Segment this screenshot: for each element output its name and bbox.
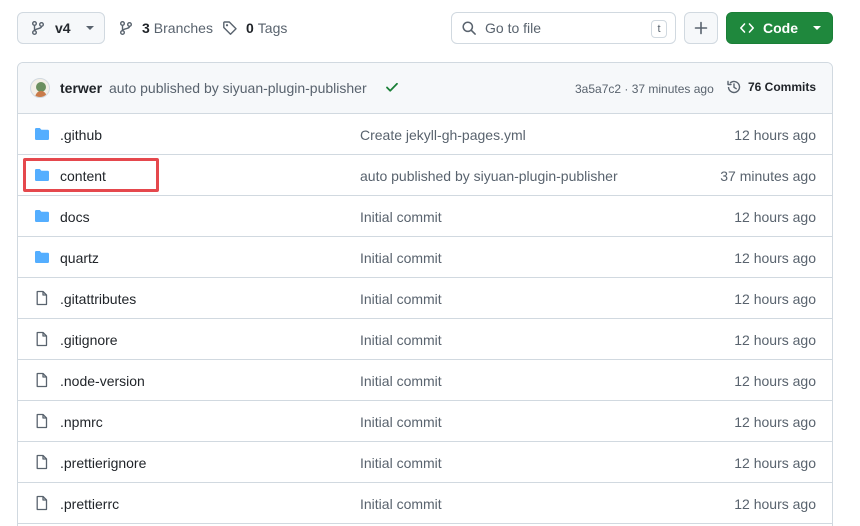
check-icon[interactable] — [385, 80, 399, 97]
table-row[interactable]: .gitattributes Initial commit 12 hours ago — [18, 278, 832, 319]
branches-label: Branches — [153, 20, 213, 36]
file-icon — [34, 495, 50, 511]
table-row[interactable]: content auto published by siyuan-plugin-p… — [18, 155, 832, 196]
file-name-link[interactable]: .gitignore — [60, 332, 118, 348]
code-button-label: Code — [763, 20, 798, 36]
file-name-link[interactable]: .gitattributes — [60, 291, 136, 307]
git-branch-icon — [30, 20, 46, 36]
file-icon — [34, 454, 50, 470]
commit-message-link[interactable]: Create jekyll-gh-pages.yml — [360, 127, 526, 143]
file-name-link[interactable]: .prettierrc — [60, 496, 119, 512]
avatar[interactable] — [30, 78, 50, 98]
file-name-link[interactable]: content — [60, 168, 106, 184]
commit-message-link[interactable]: Initial commit — [360, 414, 442, 430]
commit-time: 12 hours ago — [734, 291, 816, 307]
tags-label: Tags — [257, 20, 288, 36]
commit-author-link[interactable]: terwer — [60, 80, 102, 96]
commit-message-link[interactable]: auto published by siyuan-plugin-publishe… — [109, 80, 367, 96]
sidebar-edge-clipped — [852, 0, 860, 526]
commit-time: 12 hours ago — [734, 332, 816, 348]
file-name-link[interactable]: .github — [60, 127, 102, 143]
table-row[interactable]: .prettierrc Initial commit 12 hours ago — [18, 483, 832, 524]
commits-history-link[interactable]: 76 Commits — [726, 79, 816, 95]
table-row[interactable]: quartz Initial commit 12 hours ago — [18, 237, 832, 278]
history-icon — [726, 79, 742, 95]
search-placeholder: Go to file — [485, 20, 542, 36]
file-name-link[interactable]: .node-version — [60, 373, 145, 389]
file-icon — [34, 290, 50, 306]
tag-icon — [222, 20, 238, 36]
table-row[interactable]: .github Create jekyll-gh-pages.yml 12 hour… — [18, 114, 832, 155]
file-name-link[interactable]: quartz — [60, 250, 99, 266]
file-browser: terwer auto published by siyuan-plugin-p… — [17, 62, 833, 526]
commit-time: 12 hours ago — [734, 414, 816, 430]
code-icon — [739, 20, 755, 36]
commit-time: 12 hours ago — [734, 496, 816, 512]
folder-icon — [34, 249, 50, 265]
table-row[interactable]: .prettierignore Initial commit 12 hours ag… — [18, 442, 832, 483]
tags-count: 0 — [246, 20, 254, 36]
commits-count-label: 76 Commits — [748, 80, 817, 94]
add-file-button[interactable] — [684, 12, 718, 44]
code-button[interactable]: Code — [726, 12, 833, 44]
folder-icon — [34, 126, 50, 142]
folder-icon — [34, 167, 50, 183]
branches-count: 3 — [142, 20, 150, 36]
file-name-link[interactable]: .prettierignore — [60, 455, 146, 471]
table-row[interactable]: .gitignore Initial commit 12 hours ago — [18, 319, 832, 360]
search-icon — [461, 20, 477, 36]
file-icon — [34, 413, 50, 429]
commit-time: 12 hours ago — [734, 127, 816, 143]
chevron-down-icon — [812, 25, 822, 31]
file-icon — [34, 372, 50, 388]
commit-message-link[interactable]: Initial commit — [360, 496, 442, 512]
commit-message-link[interactable]: auto published by siyuan-plugin-publishe… — [360, 168, 618, 184]
plus-icon — [694, 21, 708, 35]
file-list: .github Create jekyll-gh-pages.yml 12 hour… — [18, 114, 832, 524]
go-to-file-input[interactable]: Go to file t — [451, 12, 676, 44]
commit-time: 12 hours ago — [734, 250, 816, 266]
latest-commit-bar: terwer auto published by siyuan-plugin-p… — [18, 63, 832, 114]
repo-toolbar: v4 3 Branches 0 Tags Go to file t Code — [0, 12, 860, 46]
table-row[interactable]: docs Initial commit 12 hours ago — [18, 196, 832, 237]
branch-name: v4 — [55, 20, 71, 36]
commit-message-link[interactable]: Initial commit — [360, 332, 442, 348]
keyboard-shortcut-hint: t — [651, 20, 667, 38]
folder-icon — [34, 208, 50, 224]
branches-link[interactable]: 3 Branches — [118, 12, 213, 44]
commit-message-link[interactable]: Initial commit — [360, 373, 442, 389]
tags-link[interactable]: 0 Tags — [222, 12, 287, 44]
table-row[interactable]: .npmrc Initial commit 12 hours ago — [18, 401, 832, 442]
commit-time: 12 hours ago — [734, 373, 816, 389]
commit-sha-and-time[interactable]: 3a5a7c2 · 37 minutes ago — [575, 82, 714, 96]
commit-message-link[interactable]: Initial commit — [360, 291, 442, 307]
file-name-link[interactable]: .npmrc — [60, 414, 103, 430]
chevron-down-icon — [85, 25, 95, 31]
branch-selector-button[interactable]: v4 — [17, 12, 105, 44]
commit-time: 12 hours ago — [734, 209, 816, 225]
git-branch-icon — [118, 20, 134, 36]
file-icon — [34, 331, 50, 347]
file-name-link[interactable]: docs — [60, 209, 90, 225]
table-row[interactable]: .node-version Initial commit 12 hours ago — [18, 360, 832, 401]
commit-message-link[interactable]: Initial commit — [360, 455, 442, 471]
commit-time: 12 hours ago — [734, 455, 816, 471]
commit-message-link[interactable]: Initial commit — [360, 209, 442, 225]
commit-message-link[interactable]: Initial commit — [360, 250, 442, 266]
commit-time: 37 minutes ago — [720, 168, 816, 184]
